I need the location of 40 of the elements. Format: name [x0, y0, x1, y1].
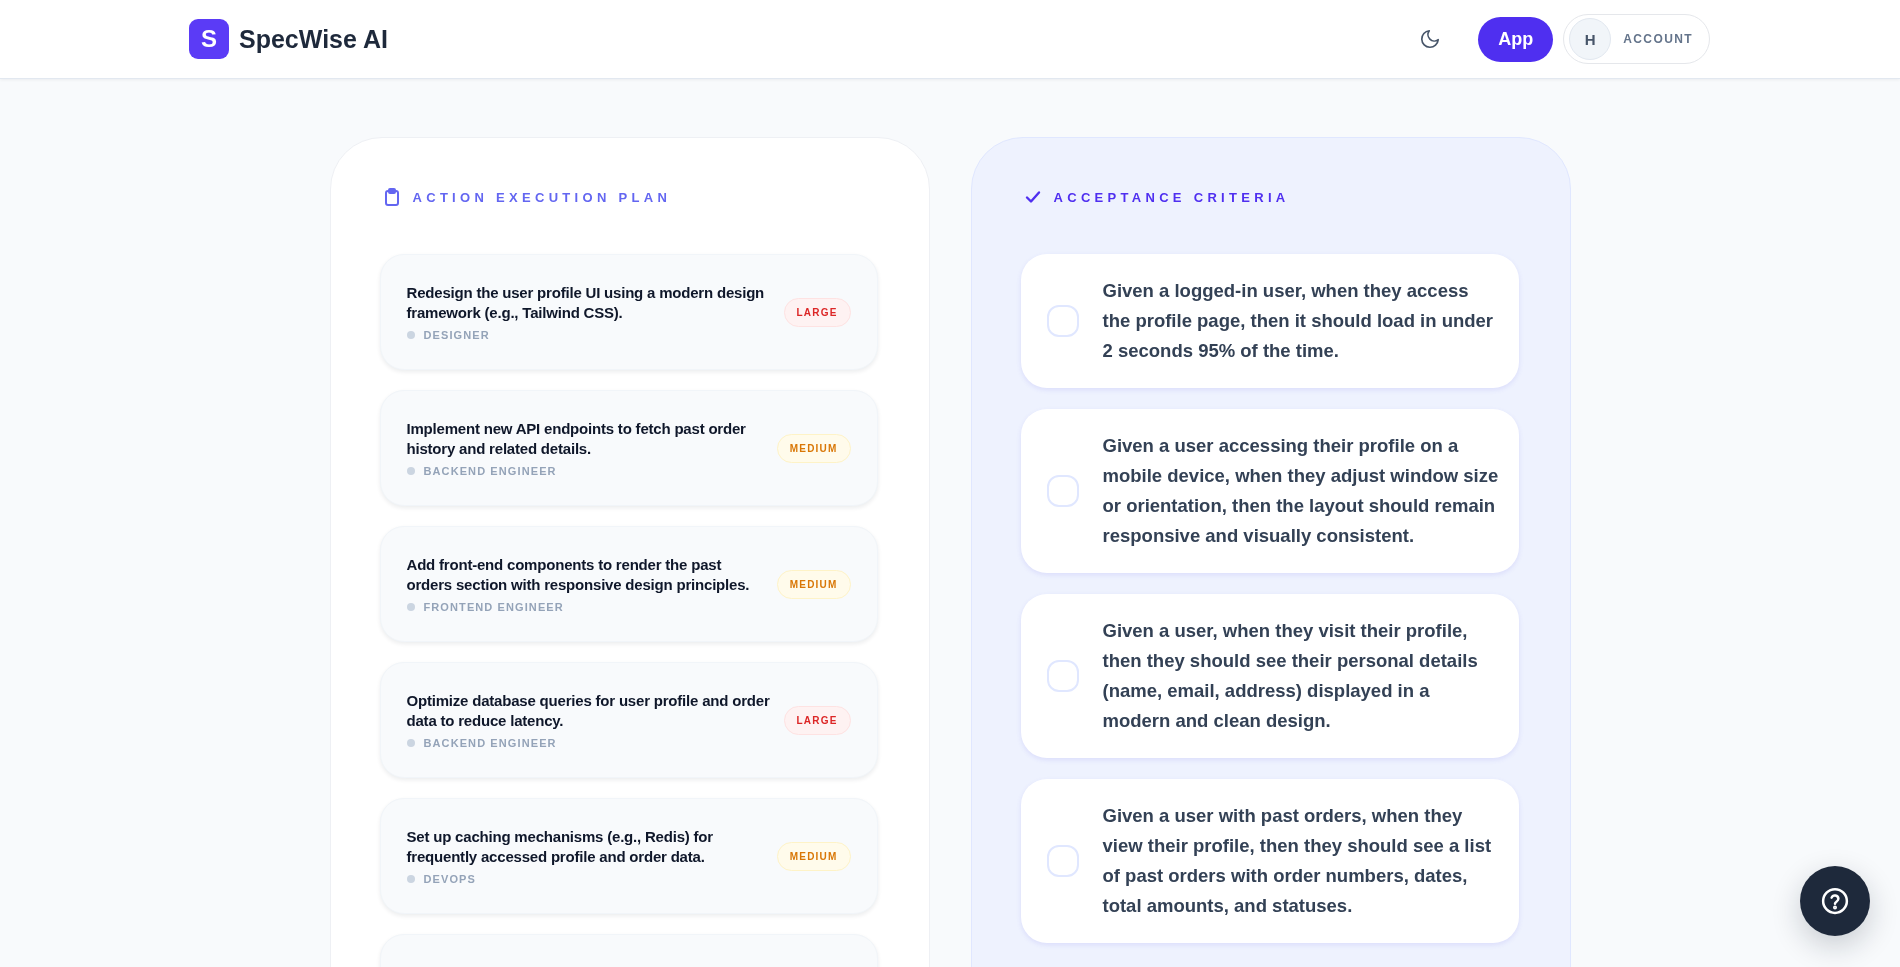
task-role: DEVOPS: [423, 873, 476, 885]
moon-icon: [1419, 28, 1442, 50]
logo: S: [189, 19, 229, 59]
size-badge: LARGE: [783, 297, 851, 327]
role-dot: [406, 603, 415, 611]
task-role: FRONTEND ENGINEER: [423, 601, 564, 613]
task-role: DESIGNER: [423, 329, 490, 341]
account-label: ACCOUNT: [1623, 32, 1693, 46]
checkmark-icon: [1024, 190, 1041, 204]
panel-title: ACTION EXECUTION PLAN: [412, 189, 672, 205]
panel-title: ACCEPTANCE CRITERIA: [1053, 189, 1290, 205]
criterion-checkbox[interactable]: [1046, 845, 1079, 877]
brand-name: SpecWise AI: [239, 24, 388, 54]
task-role: BACKEND ENGINEER: [423, 465, 557, 477]
role-dot: [406, 875, 415, 883]
task-description: Add front-end components to render the past orders section with responsive design principles.: [406, 555, 751, 595]
task-description: Implement new API endpoints to fetch past order history and related details.: [406, 419, 747, 459]
criterion-checkbox[interactable]: [1046, 475, 1079, 507]
criterion-text: Given a logged-in user, when they access the profile page, then it should load in under 2 seconds 95% of the time.: [1102, 279, 1495, 363]
avatar: H: [1569, 18, 1612, 60]
task-role: BACKEND ENGINEER: [423, 737, 557, 749]
task-description: Redesign the user profile UI using a modern design framework (e.g., Tailwind CSS).: [406, 283, 766, 323]
size-badge: MEDIUM: [776, 841, 851, 871]
clipboard-icon: [383, 188, 400, 206]
criterion-text: Given a user accessing their profile on a mobile device, when they adjust window size or orientation, then the layout should remain responsive and visually consistent.: [1102, 434, 1499, 548]
size-badge: LARGE: [783, 705, 851, 735]
role-dot: [406, 467, 415, 475]
criterion-checkbox[interactable]: [1046, 305, 1079, 337]
size-badge: MEDIUM: [776, 569, 851, 599]
help-icon: [1820, 886, 1850, 916]
size-badge: MEDIUM: [776, 433, 851, 463]
task-description: Set up caching mechanisms (e.g., Redis) for frequently accessed profile and order data.: [406, 827, 714, 867]
role-dot: [406, 739, 415, 747]
criterion-text: Given a user with past orders, when they view their profile, then they should see a list of past orders with order numbers, dates, total amounts, and statuses.: [1102, 804, 1493, 918]
app-button[interactable]: App: [1478, 16, 1554, 62]
criterion-checkbox[interactable]: [1046, 660, 1079, 692]
criterion-text: Given a user, when they visit their profile, then they should see their personal details (name, email, address) displayed in a modern and clean design.: [1102, 619, 1479, 733]
task-description: Optimize database queries for user profile and order data to reduce latency.: [406, 691, 771, 731]
account-button[interactable]: H ACCOUNT: [1563, 14, 1710, 64]
role-dot: [406, 331, 415, 339]
